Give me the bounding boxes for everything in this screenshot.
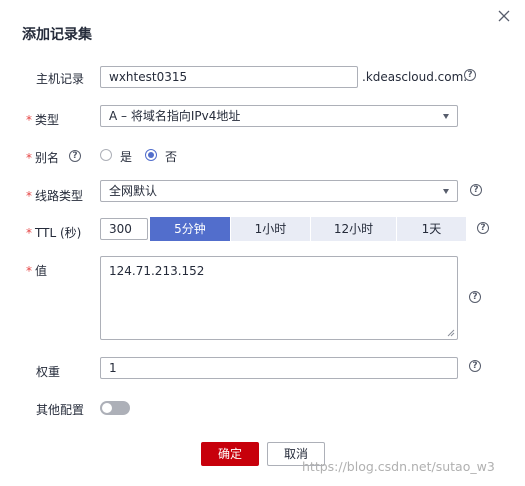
ttl-preset-12hours[interactable]: 12小时 (311, 217, 397, 241)
host-record-input[interactable]: wxhtest0315 (100, 66, 358, 88)
alias-yes-radio[interactable] (100, 149, 112, 161)
line-type-select[interactable]: 全网默认 (100, 180, 458, 202)
chevron-down-icon (443, 189, 449, 194)
value-label: * 值 (26, 264, 48, 278)
add-record-set-dialog: 添加记录集 主机记录 wxhtest0315 .kdeascloud.com. … (0, 0, 525, 486)
line-type-help-icon[interactable]: ? (470, 184, 482, 196)
type-select-value: A – 将域名指向IPv4地址 (109, 109, 241, 123)
type-label: * 类型 (26, 113, 60, 127)
close-icon[interactable] (497, 9, 511, 23)
value-text: 124.71.213.152 (109, 264, 205, 278)
weight-label: 权重 (36, 365, 61, 379)
type-select[interactable]: A – 将域名指向IPv4地址 (100, 105, 458, 127)
value-textarea[interactable]: 124.71.213.152 (100, 256, 458, 340)
ttl-label: * TTL (秒) (26, 226, 82, 240)
line-type-label: * 线路类型 (26, 189, 84, 203)
watermark-text: https://blog.csdn.net/sutao_w3 (302, 459, 495, 474)
ttl-preset-segment: 5分钟 1小时 12小时 1天 (150, 217, 466, 241)
host-help-icon[interactable]: ? (464, 69, 476, 81)
confirm-button[interactable]: 确定 (201, 442, 259, 466)
chevron-down-icon (443, 114, 449, 119)
dialog-title: 添加记录集 (22, 27, 92, 43)
other-config-label: 其他配置 (36, 403, 85, 417)
weight-help-icon[interactable]: ? (469, 360, 481, 372)
resize-handle-icon[interactable] (447, 329, 455, 337)
alias-no-radio[interactable] (145, 149, 157, 161)
weight-input[interactable]: 1 (100, 357, 458, 379)
ttl-preset-5min[interactable]: 5分钟 (150, 217, 231, 241)
other-config-toggle[interactable] (100, 401, 130, 415)
host-record-label: 主机记录 (36, 72, 85, 86)
alias-yes-label[interactable]: 是 (120, 148, 132, 165)
ttl-preset-1day[interactable]: 1天 (397, 217, 466, 241)
alias-label: * 别名 (26, 151, 60, 165)
domain-suffix: .kdeascloud.com. (362, 70, 468, 84)
ttl-input[interactable]: 300 (100, 218, 148, 240)
alias-help-icon[interactable]: ? (69, 150, 81, 162)
line-type-select-value: 全网默认 (109, 184, 158, 198)
ttl-help-icon[interactable]: ? (477, 222, 489, 234)
ttl-preset-1hour[interactable]: 1小时 (231, 217, 311, 241)
value-help-icon[interactable]: ? (469, 291, 481, 303)
alias-no-label[interactable]: 否 (165, 148, 177, 165)
